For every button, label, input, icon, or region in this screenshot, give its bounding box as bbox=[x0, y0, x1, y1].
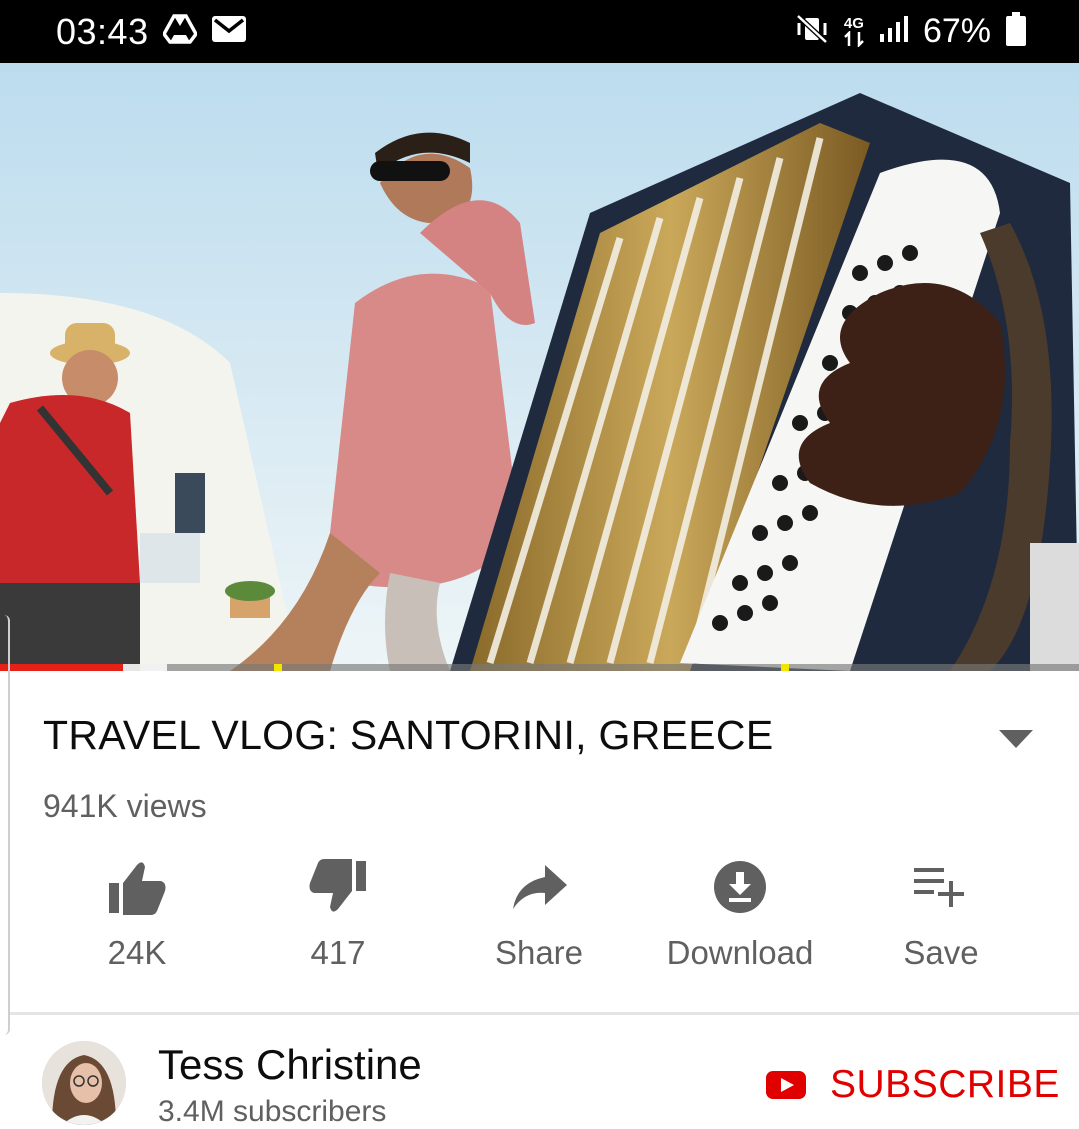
side-drawer-edge[interactable] bbox=[0, 615, 10, 1035]
status-right: 4G 67% bbox=[795, 11, 1027, 52]
expand-description-button[interactable] bbox=[996, 724, 1036, 754]
dislike-count: 417 bbox=[310, 934, 366, 971]
vibrate-mute-icon bbox=[795, 14, 829, 49]
mail-icon bbox=[211, 15, 247, 48]
like-button[interactable]: 24K bbox=[37, 850, 237, 990]
subscribe-button[interactable]: SUBSCRIBE bbox=[766, 1063, 1060, 1107]
download-label: Download bbox=[666, 934, 814, 971]
thumbs-down-icon bbox=[308, 850, 368, 924]
chapter-marker bbox=[781, 664, 790, 671]
action-bar: 24K 417 Share Download Save bbox=[37, 850, 1041, 990]
progress-played bbox=[0, 664, 123, 671]
signal-icon bbox=[879, 14, 909, 49]
subscriber-count: 3.4M subscribers bbox=[158, 1095, 387, 1128]
dislike-button[interactable]: 417 bbox=[238, 850, 438, 990]
share-label: Share bbox=[494, 934, 584, 971]
battery-icon bbox=[1005, 11, 1027, 52]
download-button[interactable]: Download bbox=[640, 850, 840, 990]
share-icon bbox=[511, 850, 567, 924]
progress-buffered bbox=[123, 664, 168, 671]
download-icon bbox=[713, 850, 767, 924]
network-type-label: 4G bbox=[843, 15, 864, 32]
youtube-logo-icon bbox=[766, 1071, 806, 1099]
data-arrows-icon: 4G bbox=[843, 16, 865, 47]
channel-row: Tess Christine 3.4M subscribers SUBSCRIB… bbox=[0, 1015, 1079, 1128]
chapter-marker bbox=[274, 664, 283, 671]
drive-icon bbox=[161, 14, 198, 49]
subscribe-label: SUBSCRIBE bbox=[830, 1063, 1060, 1106]
save-label: Save bbox=[903, 934, 979, 971]
video-frame bbox=[0, 63, 1079, 671]
status-left: 03:43 bbox=[56, 11, 247, 53]
like-count: 24K bbox=[107, 934, 167, 971]
view-count: 941K views bbox=[43, 788, 207, 824]
avatar[interactable] bbox=[42, 1041, 126, 1125]
thumbs-up-icon bbox=[107, 850, 167, 924]
battery-percent: 67% bbox=[922, 12, 991, 50]
save-button[interactable]: Save bbox=[841, 850, 1041, 990]
status-time: 03:43 bbox=[56, 10, 149, 52]
video-player[interactable] bbox=[0, 63, 1079, 671]
share-button[interactable]: Share bbox=[439, 850, 639, 990]
video-title: TRAVEL VLOG: SANTORINI, GREECE bbox=[43, 712, 774, 758]
channel-name[interactable]: Tess Christine bbox=[158, 1041, 422, 1089]
status-bar: 03:43 4G 67% bbox=[0, 0, 1079, 63]
progress-bar[interactable] bbox=[0, 664, 1079, 671]
chevron-down-icon bbox=[999, 730, 1033, 748]
playlist-add-icon bbox=[914, 850, 968, 924]
